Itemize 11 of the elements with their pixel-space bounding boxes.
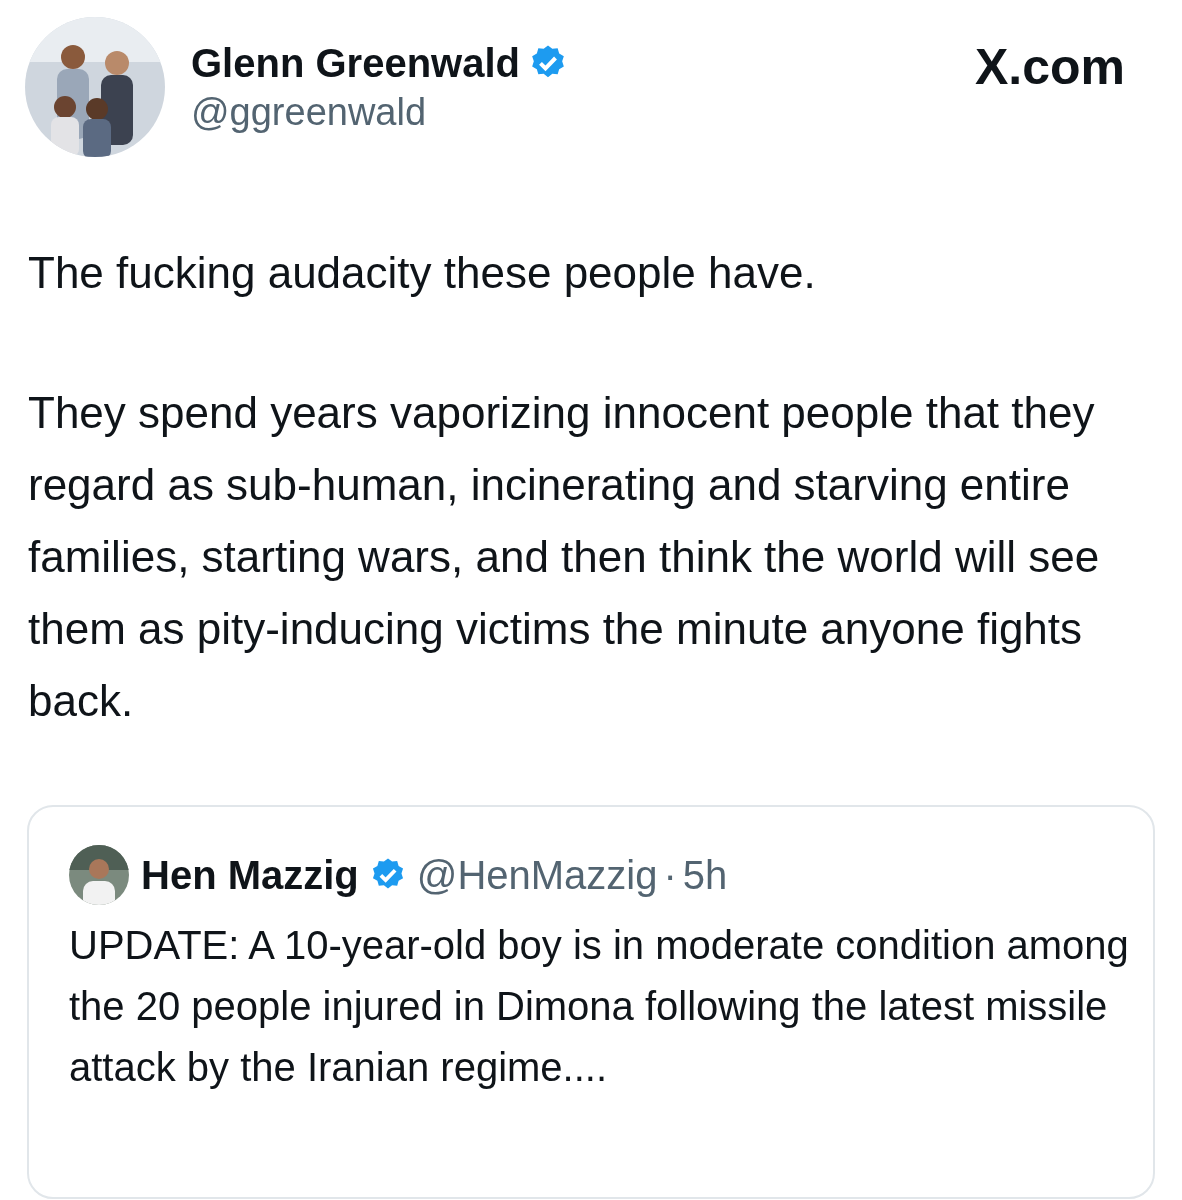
author-name: Glenn Greenwald — [191, 40, 520, 87]
author-handle: @ggreenwald — [191, 90, 428, 135]
quoted-tweet-text: UPDATE: A 10-year-old boy is in moderate condition among the 20 people injured in Dimona following the latest missile attack by the Iranian regime.... — [69, 922, 1129, 1091]
quoted-author-name: Hen Mazzig — [141, 852, 359, 898]
site-label: X.com — [974, 39, 1125, 95]
tweet-paragraph: They spend years vaporizing innocent people that they regard as sub-human, incinerating and starving entire families, starting wars, and then think the world will see them as pity-inducing victims the minute anyone fights back. — [28, 387, 1101, 727]
post-time: 5h — [682, 852, 728, 898]
quoted-tweet-card[interactable]: Hen Mazzig @HenMazzig·5h UPDATE: A 10-year-old boy is in moderate condition among the 20 people injured in Dimona following the latest missile attack by the Iranian regime.... — [27, 805, 1155, 1199]
quoted-author-handle: @HenMazzig — [416, 852, 658, 898]
tweet-paragraph: The fucking audacity these people have. — [28, 247, 817, 299]
separator-dot: · — [663, 852, 677, 898]
